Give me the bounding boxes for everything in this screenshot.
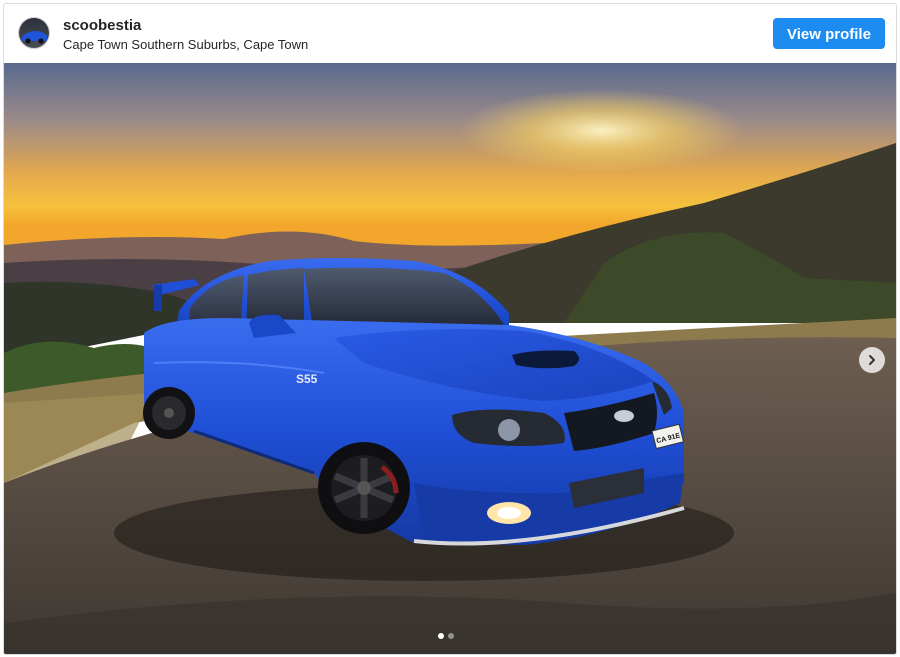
post-header: scoobestia Cape Town Southern Suburbs, C… [4, 4, 896, 63]
next-slide-button[interactable] [859, 347, 885, 373]
post-photo[interactable]: CA 91E S55 [4, 63, 896, 654]
post-card: scoobestia Cape Town Southern Suburbs, C… [3, 3, 897, 655]
username[interactable]: scoobestia [63, 17, 141, 34]
chevron-right-icon [869, 355, 875, 365]
car-badge: S55 [296, 372, 318, 386]
car-photo-illustration: CA 91E S55 [4, 63, 896, 654]
location-label[interactable]: Cape Town Southern Suburbs, Cape Town [63, 37, 308, 52]
view-profile-button[interactable]: View profile [773, 18, 885, 49]
carousel-dot-active [438, 633, 444, 639]
avatar[interactable] [18, 17, 50, 49]
carousel-dot [448, 633, 454, 639]
carousel-indicator [438, 633, 454, 641]
